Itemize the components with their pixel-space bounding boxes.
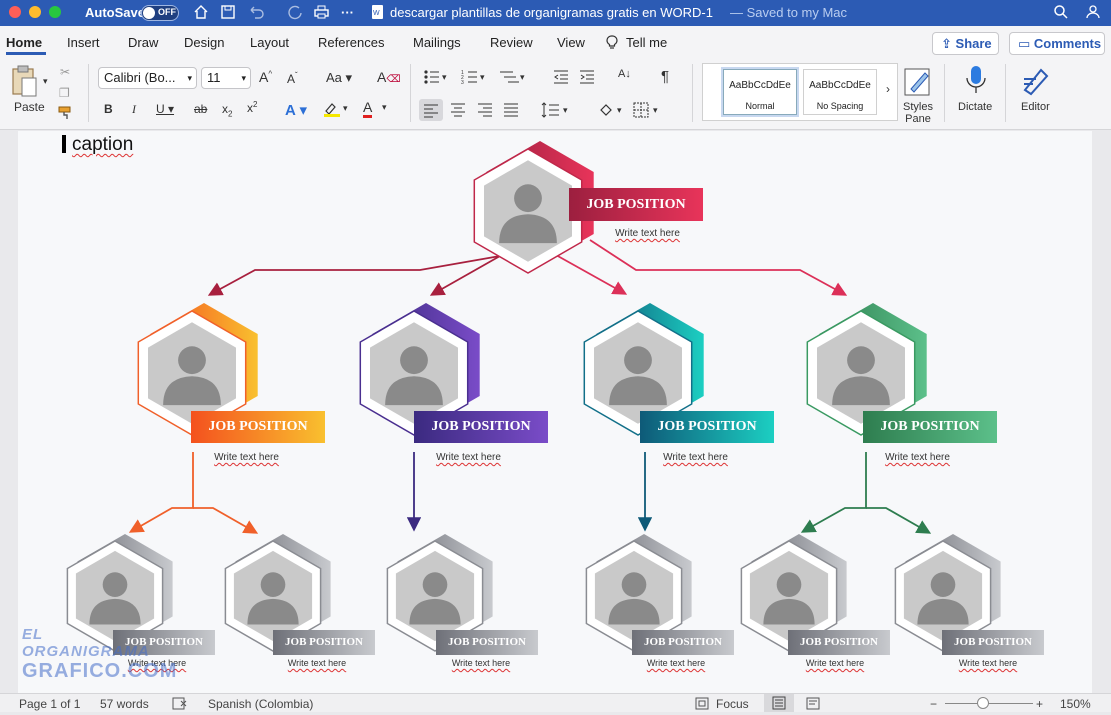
- level3-job-title[interactable]: JOB POSITION: [436, 630, 538, 655]
- level2-job-title[interactable]: JOB POSITION: [640, 411, 774, 443]
- person-silhouette-icon: [102, 572, 128, 597]
- watermark-logo: EL ORGANIGRAMA GRAFICO.COM: [22, 626, 178, 686]
- level2-job-title[interactable]: JOB POSITION: [863, 411, 997, 443]
- level2-job-title[interactable]: JOB POSITION: [191, 411, 325, 443]
- print-layout-view-button[interactable]: [764, 694, 794, 712]
- level2-job-subtitle[interactable]: Write text here: [411, 452, 526, 463]
- person-silhouette-icon: [776, 572, 802, 597]
- caption-text[interactable]: caption: [72, 134, 133, 156]
- level2-job-subtitle[interactable]: Write text here: [638, 452, 753, 463]
- level3-job-subtitle[interactable]: Write text here: [267, 658, 367, 668]
- zoom-slider-thumb[interactable]: [977, 697, 989, 709]
- connector-line: [128, 452, 194, 533]
- level2-job-title[interactable]: JOB POSITION: [414, 411, 548, 443]
- page-count[interactable]: Page 1 of 1: [19, 697, 80, 711]
- language-indicator[interactable]: Spanish (Colombia): [208, 697, 313, 711]
- zoom-slider-track[interactable]: [945, 703, 1033, 704]
- word-count[interactable]: 57 words: [100, 697, 149, 711]
- status-bar: Page 1 of 1 57 words Spanish (Colombia) …: [0, 693, 1111, 712]
- connector-line: [866, 507, 932, 534]
- org-chart-graphic: [66, 141, 1001, 652]
- zoom-level[interactable]: 150%: [1060, 697, 1091, 711]
- person-silhouette-icon: [847, 346, 875, 375]
- proofing-icon[interactable]: [172, 697, 188, 713]
- level3-job-subtitle[interactable]: Write text here: [431, 658, 531, 668]
- top-job-subtitle[interactable]: Write text here: [590, 228, 705, 239]
- connector-line: [555, 254, 628, 295]
- zoom-in-icon[interactable]: +: [1036, 697, 1043, 711]
- level3-job-subtitle[interactable]: Write text here: [938, 658, 1038, 668]
- level2-job-subtitle[interactable]: Write text here: [189, 452, 304, 463]
- person-silhouette-icon: [400, 346, 428, 375]
- connector-line: [589, 239, 848, 296]
- person-silhouette-icon: [178, 346, 206, 375]
- level2-job-subtitle[interactable]: Write text here: [860, 452, 975, 463]
- connector-line: [800, 452, 867, 533]
- connector-line: [193, 507, 259, 534]
- person-silhouette-icon: [260, 572, 286, 597]
- level3-job-title[interactable]: JOB POSITION: [942, 630, 1044, 655]
- web-layout-icon[interactable]: [806, 697, 822, 713]
- level3-job-title[interactable]: JOB POSITION: [632, 630, 734, 655]
- person-silhouette-icon: [930, 572, 956, 597]
- level3-job-title[interactable]: JOB POSITION: [273, 630, 375, 655]
- level3-job-subtitle[interactable]: Write text here: [785, 658, 885, 668]
- text-cursor: [62, 135, 66, 153]
- focus-icon[interactable]: [695, 697, 709, 713]
- zoom-out-icon[interactable]: −: [930, 697, 937, 711]
- person-silhouette-icon: [422, 572, 448, 597]
- watermark-line2: GRAFICO.COM: [22, 660, 178, 682]
- person-silhouette-icon: [624, 346, 652, 375]
- top-job-title[interactable]: JOB POSITION: [569, 188, 703, 221]
- person-silhouette-icon: [621, 572, 647, 597]
- watermark-line1: EL ORGANIGRAMA: [22, 626, 150, 660]
- level3-job-subtitle[interactable]: Write text here: [626, 658, 726, 668]
- focus-label[interactable]: Focus: [716, 697, 749, 711]
- level3-job-title[interactable]: JOB POSITION: [788, 630, 890, 655]
- connector-line: [207, 255, 501, 296]
- person-silhouette-icon: [514, 184, 542, 213]
